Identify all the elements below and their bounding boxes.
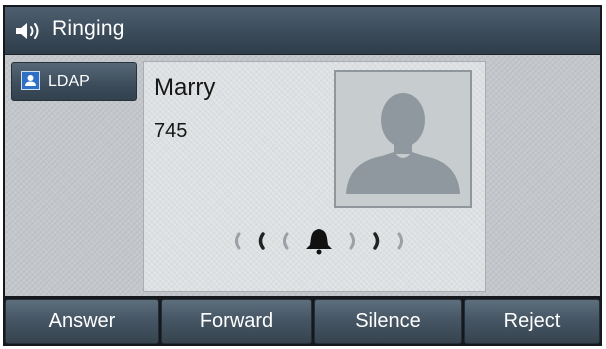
ringing-indicator	[235, 229, 403, 255]
caller-avatar	[334, 70, 472, 208]
caller-name: Marry	[154, 74, 216, 101]
forward-button[interactable]: Forward	[161, 299, 312, 344]
caller-number: 745	[154, 120, 188, 142]
answer-button[interactable]: Answer	[5, 299, 159, 344]
ldap-label: LDAP	[48, 73, 90, 90]
ldap-button[interactable]: LDAP	[11, 62, 137, 101]
softkey-bar: Answer Forward Silence Reject	[5, 299, 600, 344]
call-area: LDAP Marry 745	[5, 55, 600, 296]
silence-button[interactable]: Silence	[314, 299, 462, 344]
contact-card-icon	[21, 71, 40, 90]
phone-screen: Ringing LDAP Marry 745 Answer Forward Si…	[3, 5, 602, 346]
status-bar: Ringing	[5, 7, 600, 55]
page-title: Ringing	[52, 17, 125, 40]
person-silhouette-icon	[346, 93, 460, 194]
reject-button[interactable]: Reject	[464, 299, 600, 344]
bell-icon	[306, 229, 332, 255]
caller-card: Marry 745	[143, 61, 486, 292]
speaker-volume-icon	[16, 23, 39, 39]
